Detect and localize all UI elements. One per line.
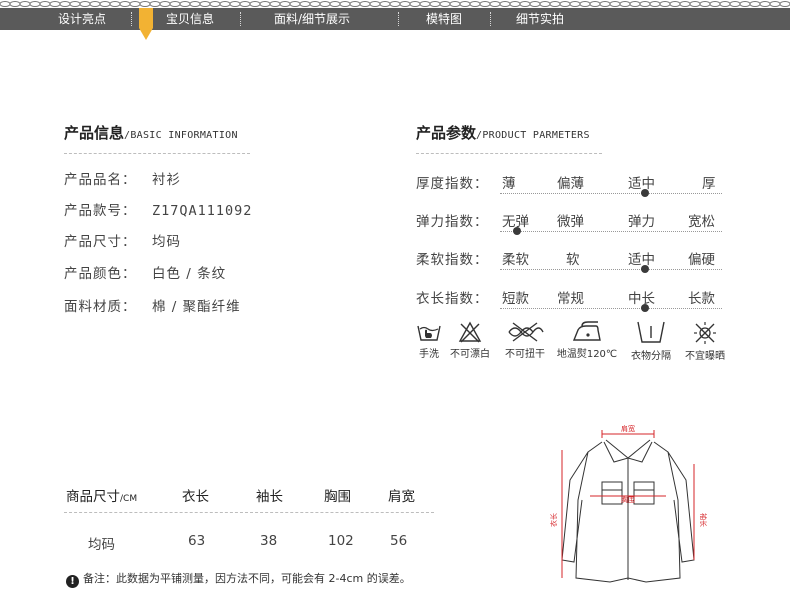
- care-item-hand-wash: 手洗: [414, 320, 444, 360]
- size-table-col-chest: 胸围: [324, 489, 351, 505]
- care-label: 不可漂白: [450, 349, 490, 360]
- info-row-name: 产品品名： 衬衫: [64, 172, 181, 188]
- info-row-style-number: 产品款号： Z17QA111092: [64, 203, 253, 219]
- nav-tab-model-photos[interactable]: 模特图: [414, 8, 474, 30]
- param-track: [500, 193, 722, 194]
- care-item-no-sun-dry: 不宜曝晒: [680, 320, 730, 362]
- param-label: 衣长指数：: [416, 291, 489, 307]
- product-params-title: 产品参数/PRODUCT PARMETERS: [416, 124, 590, 142]
- care-label: 衣物分隔: [631, 351, 671, 362]
- param-option: 长款: [688, 291, 715, 307]
- info-row-material: 面料材质：棉 / 聚酯纤维: [64, 299, 241, 315]
- nav-separator: [490, 12, 491, 26]
- product-info-title: 产品信息/BASIC INFORMATION: [64, 124, 238, 142]
- param-option: 厚: [702, 176, 716, 192]
- size-table-cell: 102: [328, 533, 354, 549]
- size-table-col-length: 衣长: [182, 489, 209, 505]
- care-label: 不可扭干: [505, 349, 545, 360]
- care-label: 地温熨120℃: [556, 349, 618, 360]
- size-table-header-label: 商品尺寸/CM: [66, 489, 138, 505]
- no-wring-icon: [508, 322, 544, 342]
- param-option: 偏硬: [688, 252, 715, 268]
- param-option: 短款: [502, 291, 529, 307]
- size-table-col-sleeve: 袖长: [256, 489, 283, 505]
- size-table-cell: 63: [188, 533, 206, 549]
- care-item-no-wring: 不可扭干: [500, 320, 550, 360]
- param-option: 弹力: [628, 214, 655, 230]
- diagram-label-sleeve: 袖长: [699, 513, 708, 527]
- size-table-row-label: 均码: [88, 537, 115, 553]
- diagram-label-length: 衣长: [549, 513, 558, 527]
- param-track: [500, 269, 722, 270]
- nav-tab-fabric-details[interactable]: 面料/细节展示: [262, 8, 362, 30]
- care-label: 手洗: [419, 349, 439, 360]
- param-row-length: 衣长指数： 短款 常规 中长 长款: [416, 287, 726, 317]
- param-option: 软: [566, 252, 580, 268]
- param-indicator-dot: [641, 189, 649, 197]
- param-option: 偏薄: [557, 176, 584, 192]
- param-option: 微弹: [557, 214, 584, 230]
- nav-separator: [240, 12, 241, 26]
- no-bleach-icon: [458, 321, 482, 343]
- size-table-col-shoulder: 肩宽: [388, 489, 415, 505]
- diagram-label-chest: 胸围: [621, 495, 635, 504]
- param-indicator-dot: [641, 304, 649, 312]
- diagram-label-shoulder: 肩宽: [621, 424, 635, 433]
- param-label: 弹力指数：: [416, 214, 489, 230]
- param-option: 柔软: [502, 252, 529, 268]
- param-indicator-dot: [641, 265, 649, 273]
- nav-tab-product-info[interactable]: 宝贝信息: [160, 8, 220, 30]
- nav-separator: [131, 12, 132, 26]
- low-iron-icon: [572, 321, 601, 341]
- exclamation-icon: !: [66, 575, 79, 588]
- separate-wash-icon: [637, 321, 665, 343]
- shirt-measurement-diagram: 肩宽 胸围 衣长 袖长: [549, 424, 708, 583]
- care-item-separate-wash: 衣物分隔: [626, 320, 676, 362]
- param-indicator-dot: [513, 227, 521, 235]
- nav-separator: [398, 12, 399, 26]
- param-option: 薄: [502, 176, 516, 192]
- param-row-thickness: 厚度指数： 薄 偏薄 适中 厚: [416, 172, 726, 202]
- care-label: 不宜曝晒: [685, 351, 725, 362]
- param-option: 宽松: [688, 214, 715, 230]
- hand-wash-icon: [417, 325, 441, 341]
- param-label: 厚度指数：: [416, 176, 489, 192]
- table-divider: [64, 512, 434, 513]
- param-track: [500, 308, 722, 309]
- param-track: [500, 231, 722, 232]
- no-sun-dry-icon: [694, 322, 716, 344]
- info-row-color: 产品颜色： 白色 / 条纹: [64, 266, 227, 282]
- nav-tab-design-highlights[interactable]: 设计亮点: [40, 8, 124, 30]
- top-navigation: 设计亮点 宝贝信息 面料/细节展示 模特图 细节实拍: [0, 8, 790, 30]
- param-option: 常规: [557, 291, 584, 307]
- param-row-softness: 柔软指数： 柔软 软 适中 偏硬: [416, 248, 726, 278]
- divider: [416, 153, 602, 154]
- divider: [64, 153, 250, 154]
- care-item-no-bleach: 不可漂白: [446, 320, 494, 360]
- measurement-note: ! 备注：此数据为平铺测量，因方法不同，可能会有 2-4cm 的误差。: [66, 570, 411, 588]
- active-tab-marker-icon: [139, 8, 153, 40]
- param-row-elasticity: 弹力指数： 无弹 微弹 弹力 宽松: [416, 210, 726, 240]
- nav-tab-detail-shots[interactable]: 细节实拍: [508, 8, 572, 30]
- care-item-low-iron: 地温熨120℃: [556, 320, 618, 360]
- size-table-cell: 56: [390, 533, 408, 549]
- param-label: 柔软指数：: [416, 252, 489, 268]
- decorative-chain-border: [0, 0, 790, 8]
- info-row-size: 产品尺寸： 均码: [64, 234, 181, 250]
- size-table-cell: 38: [260, 533, 278, 549]
